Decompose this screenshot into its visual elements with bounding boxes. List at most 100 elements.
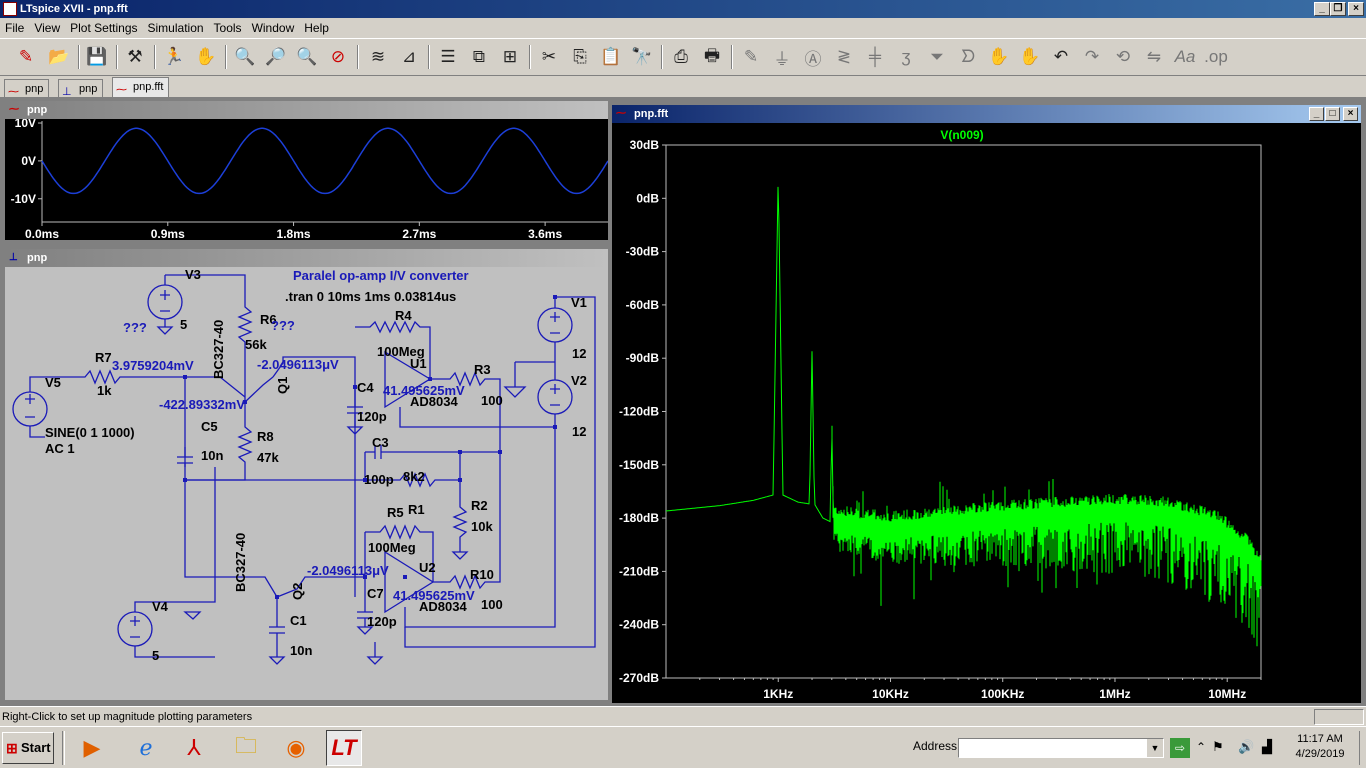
node-voltage-1[interactable]: 3.9759204mV xyxy=(112,358,194,373)
go-icon[interactable]: ⇨ xyxy=(1170,738,1190,758)
show-hidden-icons-icon[interactable]: ⌃ xyxy=(1196,740,1206,754)
undo-icon[interactable]: ↶ xyxy=(1047,43,1075,71)
run-icon[interactable]: 🏃 xyxy=(160,43,188,71)
waveform-icon: ⁓ xyxy=(9,104,19,115)
show-desktop-button[interactable] xyxy=(1359,731,1364,765)
save-icon[interactable]: 💾 xyxy=(83,43,111,71)
tile-horizontal-icon[interactable]: ☰ xyxy=(434,43,462,71)
fft-close-button[interactable]: × xyxy=(1343,107,1358,121)
waveform-icon: ⁓ xyxy=(616,108,626,119)
menu-plot-settings[interactable]: Plot Settings xyxy=(65,18,142,38)
network-icon[interactable]: ▟ xyxy=(1262,739,1272,755)
schematic-heading[interactable]: Paralel op-amp I/V converter xyxy=(293,268,469,283)
ground-icon[interactable]: ⏚ xyxy=(768,43,796,71)
label-r2-value: 10k xyxy=(471,519,493,534)
label-u2: U2 xyxy=(419,560,436,575)
copy-icon[interactable]: ⎘ xyxy=(566,43,594,71)
label-v5: V5 xyxy=(45,375,61,390)
clock-date: 4/29/2019 xyxy=(1295,748,1345,760)
autoscale-icon[interactable]: ≋ xyxy=(364,43,392,71)
file-explorer-icon[interactable]: 🗀 xyxy=(228,730,264,766)
zoom-fit-icon[interactable]: ⊘ xyxy=(324,43,352,71)
print-preview-icon[interactable]: 🖶 xyxy=(698,43,726,71)
redo-icon[interactable]: ↷ xyxy=(1078,43,1106,71)
find-icon[interactable]: 🔭 xyxy=(628,43,656,71)
wave-y-tick-label: 0V xyxy=(21,154,36,168)
waveform-plot[interactable]: 10V 0V -10V 0.0ms 0.9ms 1.8ms 2.7ms 3.6ms xyxy=(5,119,608,240)
drag-icon[interactable]: ✋ xyxy=(1016,43,1044,71)
fft-x-tick-label: 10KHz xyxy=(872,687,909,701)
menu-tools[interactable]: Tools xyxy=(209,18,247,38)
tab-pnp-fft[interactable]: ⁓ pnp.fft xyxy=(112,77,170,97)
bode-icon[interactable]: ⊿ xyxy=(395,43,423,71)
fft-y-tick-label: -120dB xyxy=(619,405,659,419)
schematic-canvas[interactable]: V3 5 R6 56k BC327-40 R7 1k V5 SINE(0 1 1… xyxy=(5,267,608,700)
fft-minimize-button[interactable]: _ xyxy=(1309,107,1324,121)
print-icon[interactable]: ⎙ xyxy=(667,43,695,71)
acrobat-icon[interactable]: ⅄ xyxy=(176,730,212,766)
zoom-in-icon[interactable]: 🔍 xyxy=(231,43,259,71)
firefox-icon[interactable]: ◉ xyxy=(278,730,314,766)
label-c3: C3 xyxy=(372,435,389,450)
minimize-button[interactable]: _ xyxy=(1314,2,1330,16)
spice-directive[interactable]: .tran 0 10ms 1ms 0.03814us xyxy=(285,289,456,304)
close-button[interactable]: × xyxy=(1348,2,1364,16)
control-panel-icon[interactable]: ⚒ xyxy=(121,43,149,71)
start-label: Start xyxy=(21,740,51,755)
rotate-icon[interactable]: ⟲ xyxy=(1109,43,1137,71)
tab-pnp-schematic[interactable]: ⊥ pnp xyxy=(58,79,104,98)
capacitor-icon[interactable]: ╪ xyxy=(861,43,889,71)
tab-pnp-waveform[interactable]: ⁓ pnp xyxy=(4,79,50,98)
menu-view[interactable]: View xyxy=(29,18,65,38)
wire-icon[interactable]: ✎ xyxy=(737,43,765,71)
spice-directive-icon[interactable]: .op xyxy=(1202,43,1230,71)
internet-explorer-icon[interactable]: ℯ xyxy=(128,730,164,766)
label-icon[interactable]: Ⓐ xyxy=(799,43,827,71)
menu-help[interactable]: Help xyxy=(299,18,334,38)
mirror-icon[interactable]: ⇋ xyxy=(1140,43,1168,71)
node-voltage-3[interactable]: -2.0496113μV xyxy=(257,357,339,372)
ltspice-app-icon xyxy=(3,2,17,16)
menu-simulation[interactable]: Simulation xyxy=(143,18,209,38)
node-voltage-2[interactable]: -422.89332mV xyxy=(159,397,245,412)
address-input[interactable]: ▼ xyxy=(958,738,1164,758)
paste-icon[interactable]: 📋 xyxy=(597,43,625,71)
diode-icon[interactable]: ⏷ xyxy=(923,43,951,71)
tile-vertical-icon[interactable]: ⊞ xyxy=(496,43,524,71)
fft-plot[interactable]: V(n009) 30dB 0dB -30dB -60dB -90dB -120dB -150… xyxy=(612,123,1361,703)
resistor-icon[interactable]: ≷ xyxy=(830,43,858,71)
open-icon[interactable]: 📂 xyxy=(45,43,73,71)
cascade-icon[interactable]: ⧉ xyxy=(465,43,493,71)
label-unknown-1: ??? xyxy=(123,320,147,335)
fft-x-tick-label: 1KHz xyxy=(763,687,793,701)
zoom-out-icon[interactable]: 🔍 xyxy=(293,43,321,71)
document-tabs: ⁓ pnp ⊥ pnp ⁓ pnp.fft xyxy=(0,77,1366,98)
fft-x-tick-label: 100KHz xyxy=(981,687,1024,701)
component-icon[interactable]: ᗤ xyxy=(954,43,982,71)
volume-icon[interactable]: 🔊 xyxy=(1238,739,1254,755)
chevron-down-icon[interactable]: ▼ xyxy=(1147,739,1163,757)
restore-button[interactable]: ❐ xyxy=(1330,2,1346,16)
node-voltage-4[interactable]: 41.495625mV xyxy=(383,383,465,398)
node-voltage-5[interactable]: -2.0496113μV xyxy=(307,563,389,578)
start-button[interactable]: ⊞ Start xyxy=(2,732,54,764)
node-voltage-6[interactable]: 41.495625mV xyxy=(393,588,475,603)
text-icon[interactable]: Aa xyxy=(1171,43,1199,71)
cut-icon[interactable]: ✂ xyxy=(535,43,563,71)
label-q2: Q2 xyxy=(290,583,305,600)
label-v5-value: SINE(0 1 1000) xyxy=(45,425,135,440)
menu-file[interactable]: File xyxy=(0,18,29,38)
move-icon[interactable]: ✋ xyxy=(985,43,1013,71)
fft-restore-button[interactable]: □ xyxy=(1325,107,1340,121)
label-r5-value: 100Meg xyxy=(368,540,416,555)
halt-icon[interactable]: ✋ xyxy=(192,43,220,71)
new-schematic-icon[interactable]: ✎ xyxy=(12,43,40,71)
action-center-icon[interactable]: ⚑ xyxy=(1212,739,1224,755)
menu-window[interactable]: Window xyxy=(247,18,300,38)
zoom-area-icon[interactable]: 🔎 xyxy=(262,43,290,71)
media-player-icon[interactable]: ▶ xyxy=(74,730,110,766)
fft-trace-name[interactable]: V(n009) xyxy=(940,128,983,142)
ltspice-taskbar-icon[interactable]: LT xyxy=(326,730,362,766)
inductor-icon[interactable]: ʒ xyxy=(892,43,920,71)
clock[interactable]: 11:17 AM 4/29/2019 xyxy=(1280,732,1360,762)
